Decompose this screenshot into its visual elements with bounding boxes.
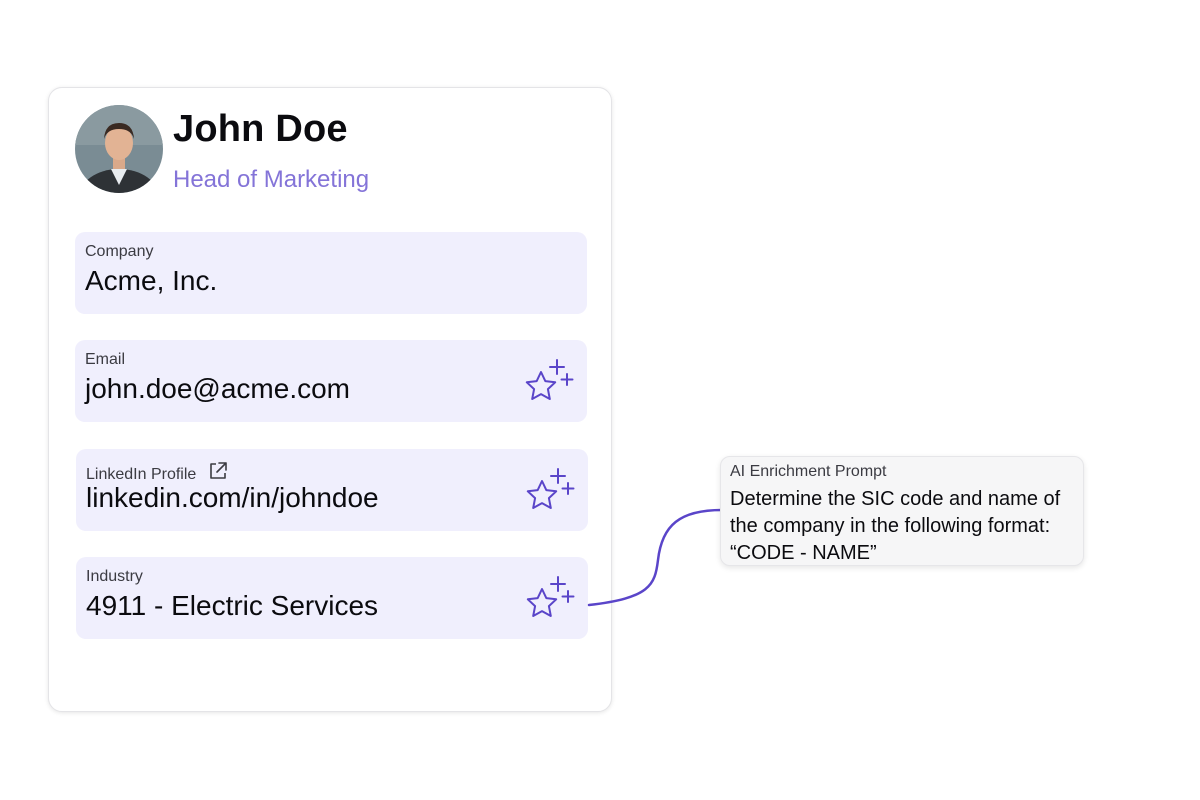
industry-field[interactable]: Industry 4911 - Electric Services [76,557,588,639]
field-label: Industry [86,568,143,585]
canvas: John Doe Head of Marketing Company Acme,… [0,0,1200,800]
prompt-label: AI Enrichment Prompt [730,463,887,480]
field-label: Email [85,351,126,368]
field-value: linkedin.com/in/johndoe [86,482,379,513]
ai-prompt-box[interactable]: AI Enrichment Prompt Determine the SIC c… [720,456,1084,566]
sparkle-star-icon[interactable] [522,571,578,627]
contact-title: Head of Marketing [173,166,370,193]
company-field[interactable]: Company Acme, Inc. [75,232,587,314]
field-value: 4911 - Electric Services [86,590,379,621]
field-label: LinkedIn Profile [86,466,197,483]
prompt-text: Determine the SIC code and name of the c… [730,488,1061,564]
contact-card: John Doe Head of Marketing Company Acme,… [48,87,612,712]
linkedin-field[interactable]: LinkedIn Profile linkedin.com/in/johndoe [76,449,588,531]
avatar [75,105,163,193]
sparkle-star-icon[interactable] [522,463,578,519]
external-link-icon[interactable] [207,460,229,482]
field-label: Company [85,243,154,260]
contact-name: John Doe [173,108,348,150]
field-value: john.doe@acme.com [85,373,351,404]
sparkle-star-icon[interactable] [521,354,577,410]
email-field[interactable]: Email john.doe@acme.com [75,340,587,422]
field-label-row: LinkedIn Profile [86,460,229,484]
field-value: Acme, Inc. [85,265,218,296]
